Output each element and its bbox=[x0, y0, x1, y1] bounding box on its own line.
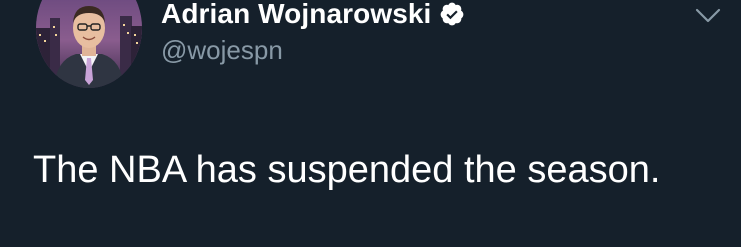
author-handle[interactable]: @wojespn bbox=[161, 35, 283, 66]
tweet-card: Adrian Wojnarowski @wojespn The NBA has … bbox=[0, 0, 741, 247]
avatar[interactable] bbox=[36, 0, 142, 88]
author-name-row[interactable]: Adrian Wojnarowski bbox=[161, 0, 465, 32]
profile-photo bbox=[36, 0, 142, 88]
chevron-down-icon[interactable] bbox=[694, 6, 722, 26]
verified-badge-icon bbox=[439, 1, 465, 27]
tweet-text: The NBA has suspended the season. bbox=[33, 149, 661, 191]
display-name[interactable]: Adrian Wojnarowski bbox=[161, 0, 431, 30]
